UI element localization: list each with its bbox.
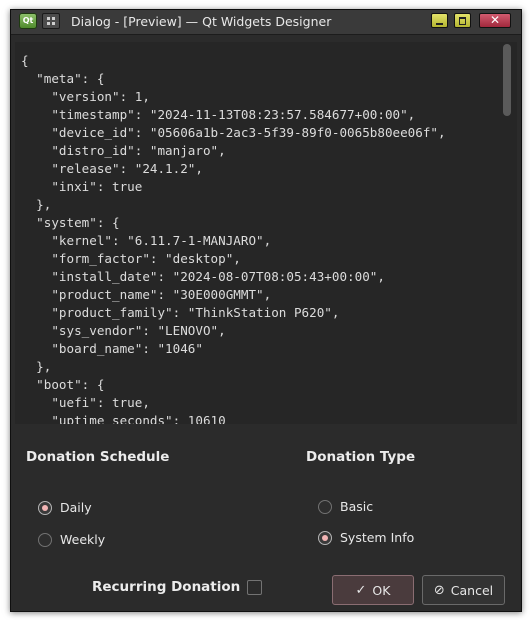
dialog-window: Qt Dialog - [Preview] — Qt Widgets Desig…: [10, 9, 522, 612]
cancel-button-label: Cancel: [450, 582, 494, 598]
json-preview-text-area[interactable]: { "meta": { "version": 1, "timestamp": "…: [15, 42, 517, 424]
json-line: "system": {: [21, 215, 120, 230]
minimize-button[interactable]: [431, 13, 448, 28]
json-line: "boot": {: [21, 377, 105, 392]
json-preview-text: { "meta": { "version": 1, "timestamp": "…: [21, 52, 446, 424]
json-line: "version": 1,: [21, 89, 150, 104]
json-line: "timestamp": "2024-11-13T08:23:57.584677…: [21, 107, 416, 122]
json-line: "product_name": "30E000GMMT",: [21, 287, 272, 302]
radio-indicator-weekly[interactable]: [38, 532, 52, 547]
recurring-checkbox-box[interactable]: [247, 579, 263, 595]
ok-button[interactable]: ✓ OK: [332, 575, 414, 605]
json-line: "release": "24.1.2",: [21, 161, 203, 176]
qt-app-icon[interactable]: Qt: [19, 13, 37, 29]
radio-daily-label: Daily: [60, 500, 92, 515]
radio-indicator-system-info[interactable]: [318, 530, 332, 545]
radio-basic-label: Basic: [340, 499, 374, 514]
json-line: },: [21, 359, 52, 374]
donation-schedule-title: Donation Schedule: [26, 449, 170, 465]
title-bar[interactable]: Qt Dialog - [Preview] — Qt Widgets Desig…: [11, 10, 521, 35]
json-line: {: [21, 53, 29, 68]
scrollbar-thumb[interactable]: [503, 44, 511, 116]
json-line: "install_date": "2024-08-07T08:05:43+00:…: [21, 269, 385, 284]
json-line: "form_factor": "desktop",: [21, 251, 241, 266]
radio-indicator-daily[interactable]: [38, 500, 52, 515]
json-line: "inxi": true: [21, 179, 143, 194]
json-line: "meta": {: [21, 71, 105, 86]
json-line: "uptime_seconds": 10610: [21, 413, 226, 424]
json-line: },: [21, 197, 52, 212]
json-line: "uefi": true,: [21, 395, 150, 410]
radio-system-info[interactable]: System Info: [318, 530, 414, 545]
recurring-donation-label: Recurring Donation: [92, 579, 241, 595]
options-panel: Donation Schedule Daily Weekly Donation …: [11, 424, 521, 611]
checkmark-icon: ✓: [355, 582, 367, 598]
recurring-donation-checkbox[interactable]: Recurring Donation: [92, 579, 263, 595]
radio-daily[interactable]: Daily: [38, 500, 92, 515]
close-button[interactable]: ✕: [479, 13, 511, 28]
radio-weekly[interactable]: Weekly: [38, 532, 105, 547]
window-title: Dialog - [Preview] — Qt Widgets Designer: [71, 14, 332, 29]
donation-type-title: Donation Type: [306, 449, 416, 465]
window-menu-icon[interactable]: [42, 13, 60, 29]
radio-indicator-basic[interactable]: [318, 499, 332, 514]
json-line: "product_family": "ThinkStation P620",: [21, 305, 340, 320]
radio-system-info-label: System Info: [340, 530, 415, 545]
json-line: "sys_vendor": "LENOVO",: [21, 323, 226, 338]
vertical-scrollbar[interactable]: [503, 44, 511, 420]
radio-weekly-label: Weekly: [60, 532, 106, 547]
json-line: "board_name": "1046": [21, 341, 203, 356]
maximize-button[interactable]: [454, 13, 471, 28]
ok-button-label: OK: [372, 582, 391, 598]
cancel-icon: ⊘: [433, 582, 445, 598]
json-line: "device_id": "05606a1b-2ac3-5f39-89f0-00…: [21, 125, 446, 140]
radio-basic[interactable]: Basic: [318, 499, 373, 514]
json-line: "distro_id": "manjaro",: [21, 143, 226, 158]
json-line: "kernel": "6.11.7-1-MANJARO",: [21, 233, 272, 248]
close-icon: ✕: [489, 13, 501, 27]
cancel-button[interactable]: ⊘ Cancel: [422, 575, 505, 605]
